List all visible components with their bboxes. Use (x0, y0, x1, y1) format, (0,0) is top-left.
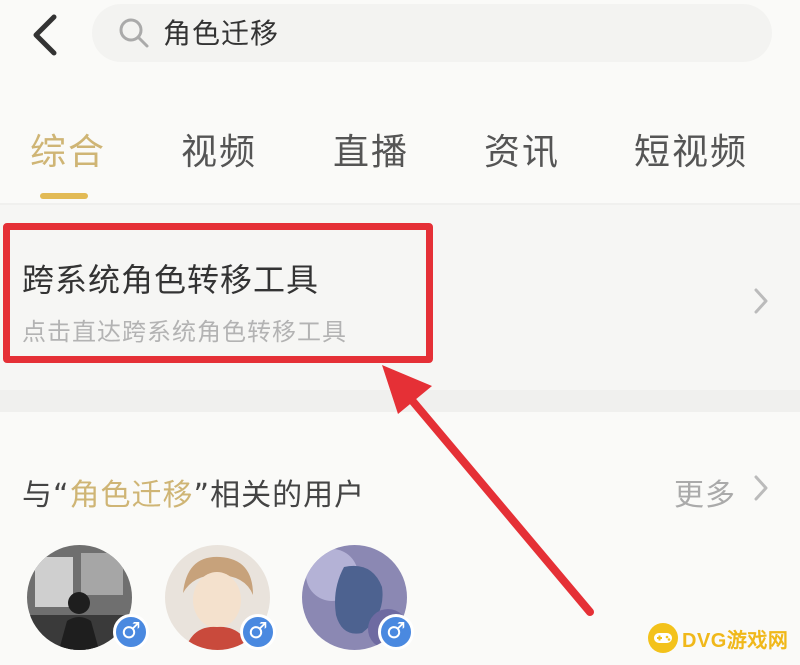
related-users-title: 与“角色迁移”相关的用户 (22, 478, 366, 513)
male-gender-icon: ♂ (378, 614, 414, 650)
tab-short-video[interactable]: 短视频 (634, 123, 748, 175)
tool-subtitle: 点击直达跨系统角色转移工具 (22, 318, 347, 346)
active-tab-indicator (40, 193, 88, 199)
related-users-header: 与“角色迁移”相关的用户 更多 (0, 440, 800, 530)
result-tabs: 综合 视频 直播 资讯 短视频 (0, 115, 800, 205)
top-bar: 角色迁移 (0, 0, 800, 80)
tab-video[interactable]: 视频 (181, 123, 257, 175)
gamepad-icon (648, 623, 678, 653)
watermark: DVG游戏网 (648, 618, 798, 658)
tab-live[interactable]: 直播 (333, 123, 409, 175)
male-gender-icon: ♂ (113, 614, 149, 650)
tool-result-card[interactable]: 跨系统角色转移工具 点击直达跨系统角色转移工具 (0, 205, 800, 390)
tab-news[interactable]: 资讯 (484, 123, 560, 175)
male-gender-icon: ♂ (240, 614, 276, 650)
related-users-keyword: 角色迁移 (69, 478, 194, 513)
search-query[interactable]: 角色迁移 (163, 12, 279, 52)
chevron-right-icon (754, 475, 768, 501)
search-icon (119, 18, 149, 48)
chevron-right-icon (754, 288, 768, 314)
tab-all[interactable]: 综合 (30, 123, 106, 175)
more-button[interactable]: 更多 (674, 470, 736, 514)
back-button[interactable] (20, 10, 70, 60)
tool-title: 跨系统角色转移工具 (22, 261, 320, 299)
chevron-left-icon (33, 14, 57, 56)
watermark-text: DVG游戏网 (682, 629, 789, 652)
section-divider (0, 390, 800, 412)
